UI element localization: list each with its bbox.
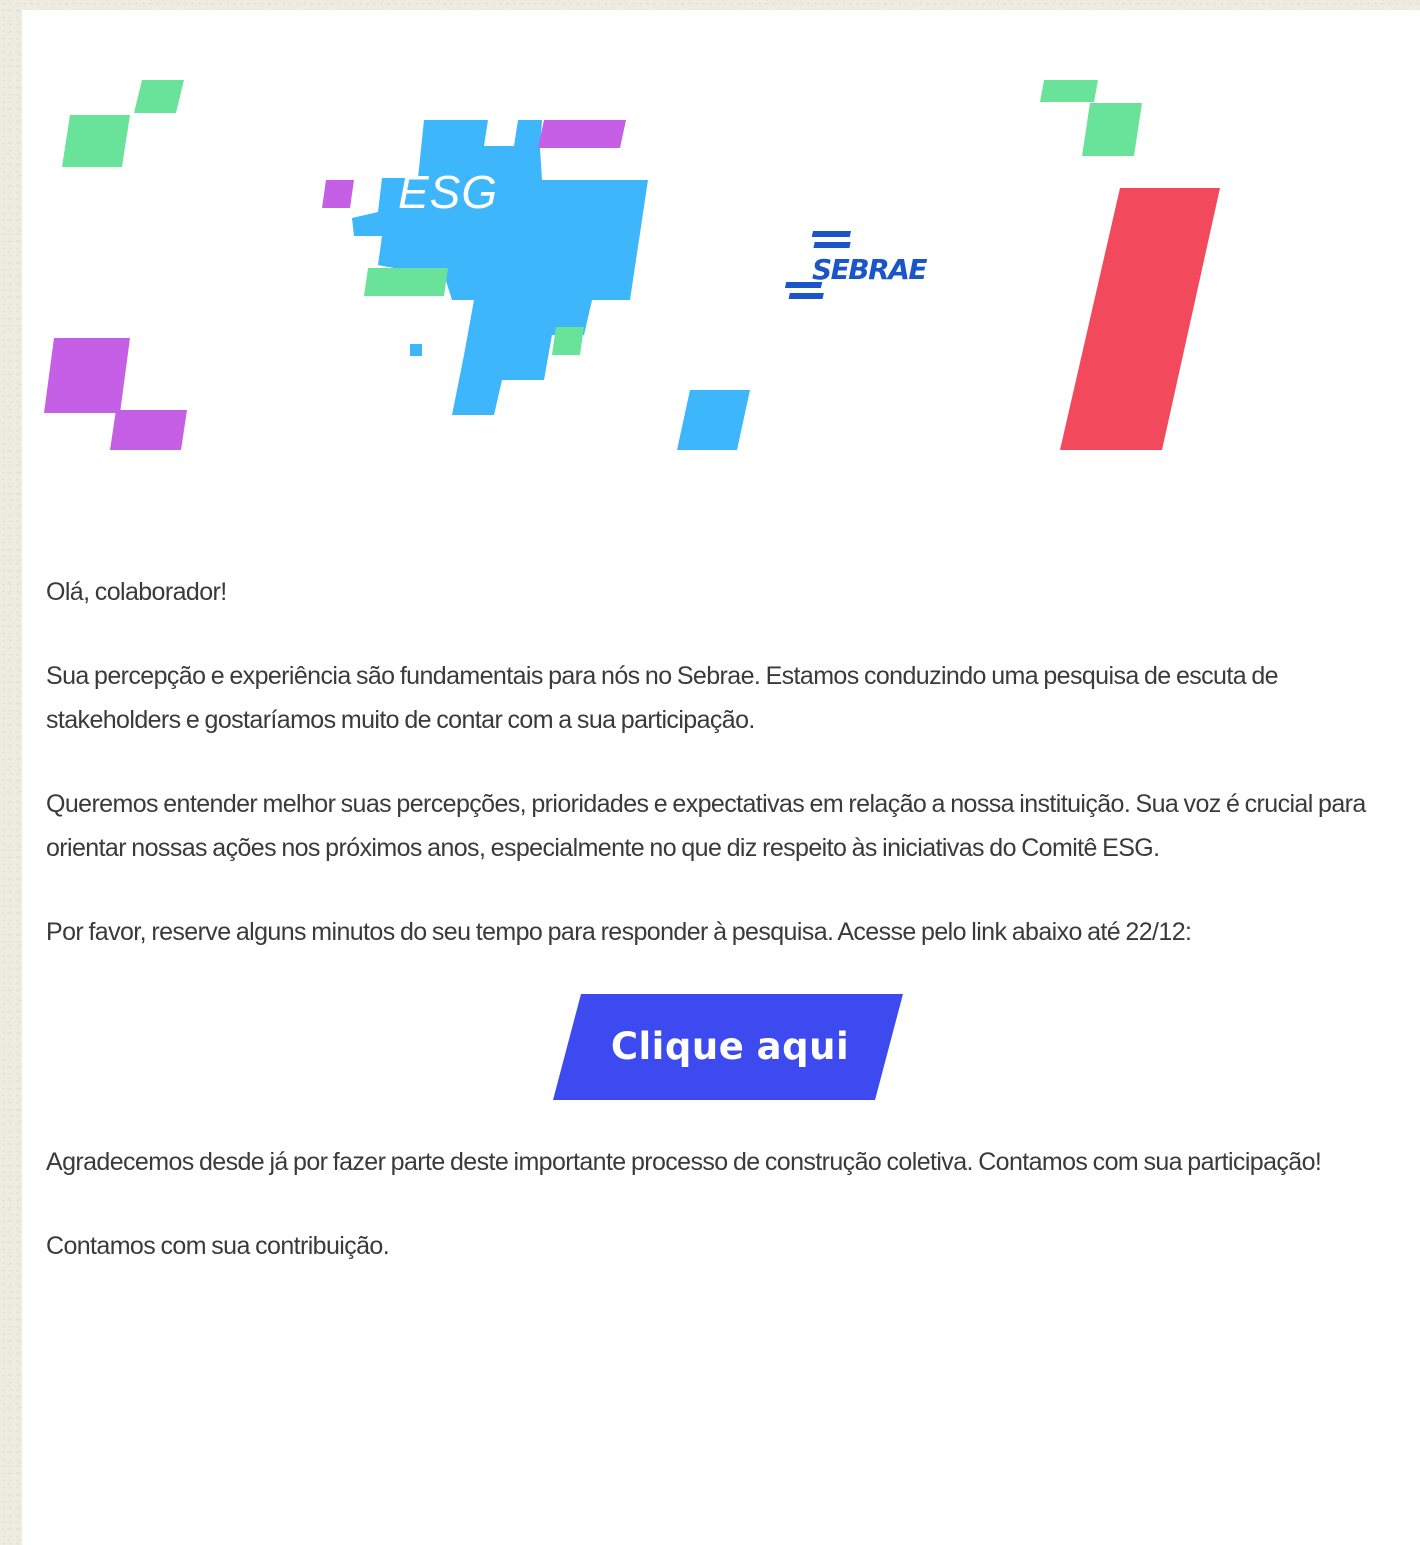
sebrae-logo: SEBRAE [784,231,929,299]
cta-container: Clique aqui [46,994,1416,1100]
green-block [1082,103,1142,156]
blue-block [677,390,750,450]
survey-link-label: Clique aqui [610,1025,850,1068]
closing-line: Contamos com sua contribuição. [46,1232,390,1260]
green-block [1040,80,1098,102]
purpose-paragraph: Queremos entender melhor suas percepções… [46,790,1366,862]
green-block [62,115,130,167]
purple-block [44,338,130,413]
purple-block [322,180,354,208]
email-body: Olá, colaborador! Sua percepção e experi… [46,570,1416,1308]
purple-block [538,120,626,148]
green-block [364,268,448,296]
red-bar [1060,188,1220,450]
banner-graphic: ESG SEBRAE [44,80,1220,450]
sebrae-logo-text: SEBRAE [812,253,927,286]
esg-shape [352,120,648,415]
esg-banner: ESG SEBRAE [22,10,1420,470]
esg-label: ESG [398,166,498,218]
blue-dot [410,344,422,356]
intro-paragraph: Sua percepção e experiência são fundamen… [46,662,1279,734]
request-paragraph: Por favor, reserve alguns minutos do seu… [46,918,1192,946]
email-card: ESG SEBRAE Olá, colaborador! Sua percepç… [22,10,1420,1545]
greeting: Olá, colaborador! [46,578,227,606]
thanks-paragraph: Agradecemos desde já por fazer parte des… [46,1148,1322,1176]
green-block [552,327,584,355]
survey-link-button[interactable]: Clique aqui [553,994,903,1100]
green-block [134,80,184,113]
purple-block [110,410,187,450]
